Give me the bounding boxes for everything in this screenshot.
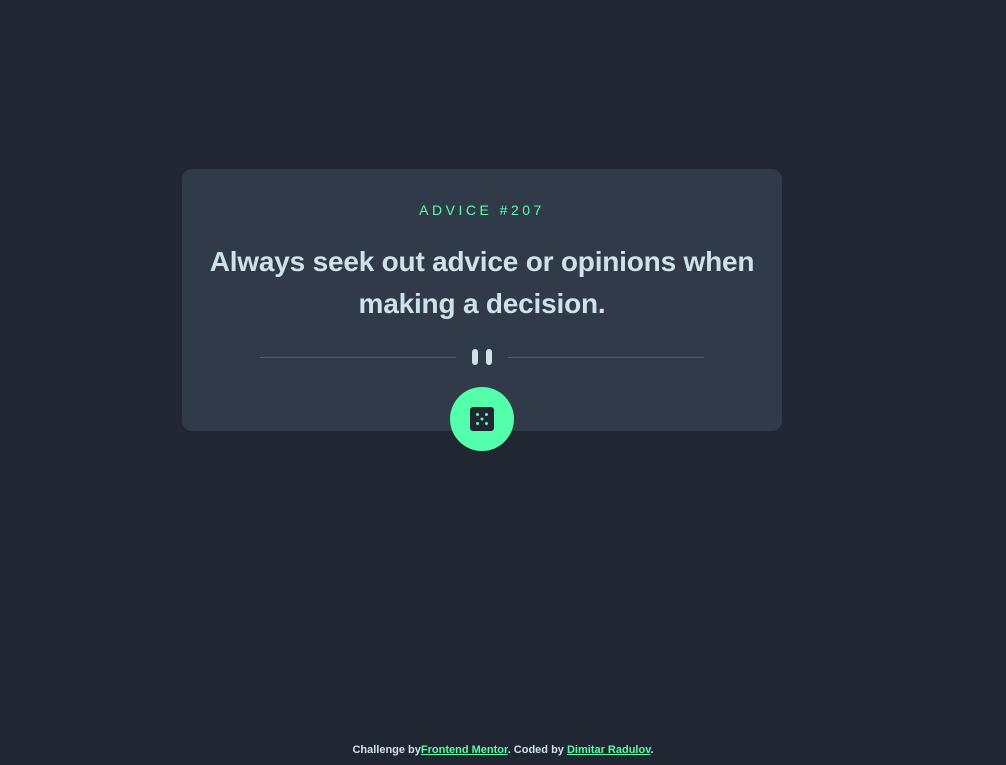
advice-id: ADVICE #207 (419, 202, 545, 218)
advice-card: ADVICE #207 Always seek out advice or op… (182, 169, 782, 451)
advice-quote: Always seek out advice or opinions when … (209, 246, 755, 319)
divider-line-right (508, 357, 704, 358)
new-advice-button[interactable] (450, 387, 514, 451)
frontend-mentor-link[interactable]: Frontend Mentor (421, 744, 508, 756)
pause-icon (472, 349, 492, 365)
dice-icon (470, 407, 494, 431)
attribution: Challenge byFrontend Mentor. Coded by Di… (0, 742, 1006, 758)
attribution-suffix: . (650, 744, 654, 756)
attribution-prefix: Challenge by (352, 744, 421, 756)
attribution-middle: . Coded by (507, 744, 567, 756)
author-link[interactable]: Dimitar Radulov (567, 744, 651, 756)
pattern-divider (260, 347, 704, 367)
divider-line-left (260, 357, 456, 358)
page: ADVICE #207 Always seek out advice or op… (0, 0, 1006, 765)
